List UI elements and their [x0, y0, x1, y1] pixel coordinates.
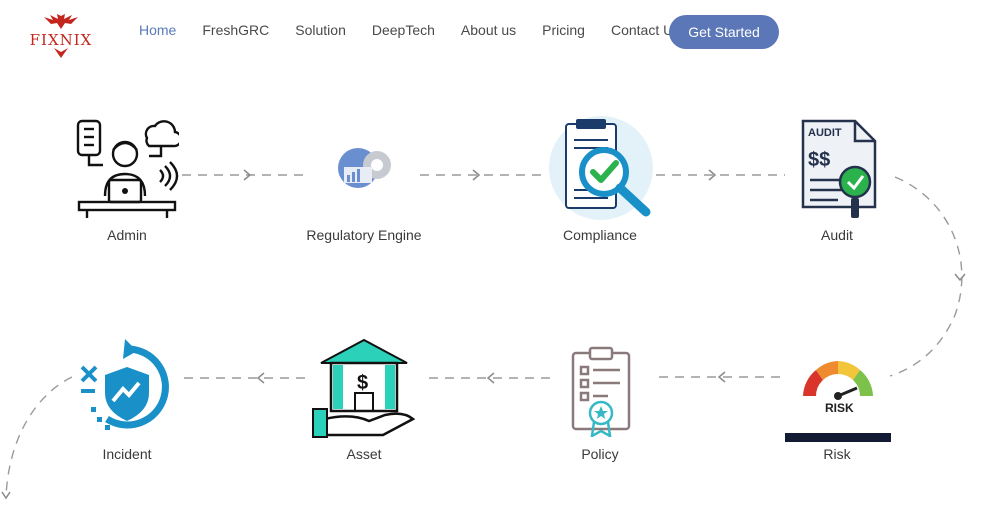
asset-building-icon: $: [312, 338, 416, 438]
incident-shield-icon: [80, 339, 169, 430]
step-label-admin: Admin: [107, 227, 147, 243]
step-label-incident: Incident: [102, 446, 152, 462]
svg-text:$: $: [357, 372, 368, 394]
step-label-audit: Audit: [821, 227, 853, 243]
compliance-search-icon: [549, 116, 653, 220]
svg-text:$$: $$: [808, 149, 830, 171]
step-label-compliance: Compliance: [563, 227, 637, 243]
svg-text:RISK: RISK: [825, 401, 854, 415]
audit-document-icon: AUDIT $$: [801, 119, 877, 218]
connector-audit-risk: [889, 176, 963, 377]
connector-incident-next: [5, 376, 73, 499]
grc-flow-diagram: Admin Regulatory Engine Compliance AUDIT…: [0, 0, 1000, 511]
arrowhead-icon: [1, 491, 11, 500]
regulatory-engine-icon: [338, 148, 391, 188]
policy-clipboard-icon: [571, 346, 631, 437]
risk-gauge-icon: RISK: [785, 361, 891, 442]
admin-icon: [76, 119, 179, 218]
svg-text:AUDIT: AUDIT: [808, 127, 842, 139]
step-label-asset: Asset: [346, 446, 382, 462]
arrowhead-icon: [954, 273, 966, 282]
step-label-risk: Risk: [823, 446, 851, 462]
arrowhead-icon: [256, 372, 265, 384]
step-label-regulatory-engine: Regulatory Engine: [306, 227, 422, 243]
step-label-policy: Policy: [581, 446, 619, 462]
